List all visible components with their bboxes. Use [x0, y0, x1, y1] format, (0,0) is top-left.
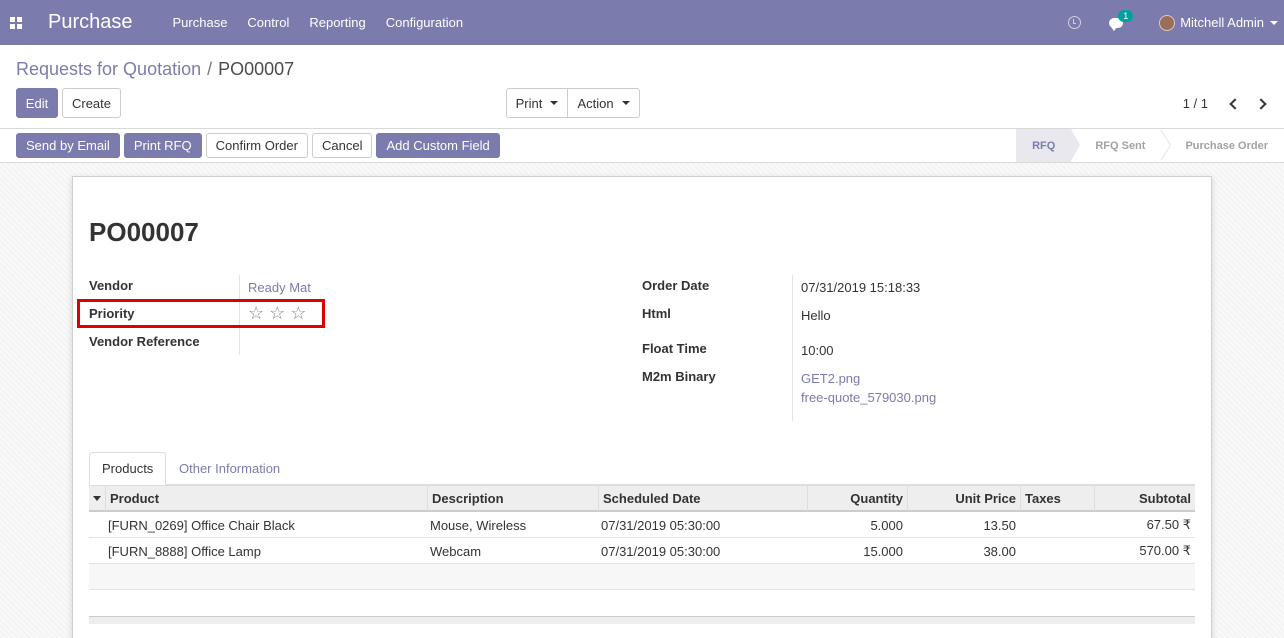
cell-product: [FURN_8888] Office Lamp — [108, 543, 261, 559]
column-subtotal[interactable]: Subtotal — [1094, 486, 1195, 511]
m2m-file-link[interactable]: GET2.png — [801, 371, 860, 386]
add-custom-field-button[interactable]: Add Custom Field — [376, 133, 500, 158]
notebook-tabs: Products Other Information — [89, 452, 1195, 485]
stage-purchase-order[interactable]: Purchase Order — [1161, 129, 1284, 162]
menu-reporting[interactable]: Reporting — [309, 15, 365, 30]
create-button[interactable]: Create — [62, 88, 121, 118]
app-brand[interactable]: Purchase — [48, 11, 133, 34]
action-dropdown-button[interactable]: Action — [568, 88, 640, 118]
breadcrumb-separator: / — [207, 59, 213, 79]
priority-label: Priority — [89, 306, 135, 321]
vendor-label: Vendor — [89, 278, 134, 293]
pager-value[interactable]: 1 / 1 — [1183, 96, 1208, 111]
caret-down-icon — [621, 101, 630, 105]
float-time-value: 10:00 — [801, 343, 834, 358]
star-icon[interactable]: ☆ — [290, 304, 306, 322]
form-sheet: PO00007 Vendor Ready Mat Priority ☆ ☆ ☆ … — [72, 176, 1212, 638]
column-taxes[interactable]: Taxes — [1020, 486, 1094, 511]
html-label: Html — [642, 306, 671, 321]
float-time-label: Float Time — [642, 341, 707, 356]
user-avatar[interactable] — [1159, 14, 1176, 31]
vendor-value[interactable]: Ready Mat — [248, 280, 311, 295]
cell-unit-price: 13.50 — [983, 517, 1016, 533]
column-quantity[interactable]: Quantity — [807, 486, 907, 511]
cell-taxes — [1020, 512, 1094, 538]
print-rfq-button[interactable]: Print RFQ — [123, 133, 202, 158]
menu-control[interactable]: Control — [247, 15, 289, 30]
menu-configuration[interactable]: Configuration — [386, 15, 463, 30]
star-icon[interactable]: ☆ — [248, 304, 264, 322]
print-dropdown-button[interactable]: Print — [506, 88, 568, 118]
cell-subtotal: 570.00 ₹ — [1139, 543, 1191, 558]
action-label: Action — [577, 95, 614, 111]
breadcrumb-current: PO00007 — [218, 59, 295, 79]
cell-quantity: 5.000 — [870, 517, 903, 533]
form-statusbar: Send by Email Print RFQ Confirm Order Ca… — [0, 128, 1284, 163]
order-date-value: 07/31/2019 15:18:33 — [801, 280, 921, 295]
stage-rfq[interactable]: RFQ — [1016, 129, 1081, 162]
column-product[interactable]: Product — [105, 486, 427, 511]
m2m-binary-label: M2m Binary — [642, 369, 716, 384]
priority-stars: ☆ ☆ ☆ — [248, 304, 306, 322]
sort-caret-icon[interactable] — [93, 496, 101, 501]
column-scheduled-date[interactable]: Scheduled Date — [598, 486, 807, 511]
apps-menu-icon[interactable] — [0, 0, 32, 45]
star-icon[interactable]: ☆ — [269, 304, 285, 322]
breadcrumb: Requests for Quotation / PO00007 — [16, 59, 294, 80]
table-row[interactable]: [FURN_0269] Office Chair Black Mouse, Wi… — [89, 512, 1195, 538]
menu-purchase[interactable]: Purchase — [173, 15, 228, 30]
confirm-order-button[interactable]: Confirm Order — [205, 133, 308, 158]
cell-subtotal: 67.50 ₹ — [1146, 517, 1191, 532]
table-row[interactable]: [FURN_8888] Office Lamp Webcam 07/31/201… — [89, 538, 1195, 564]
control-panel: Requests for Quotation / PO00007 Edit Crea… — [0, 45, 1284, 129]
order-date-label: Order Date — [642, 278, 710, 293]
stage-purchase-order-label: Purchase Order — [1185, 139, 1268, 152]
order-lines-table: Product Description Scheduled Date Quant… — [89, 485, 1195, 590]
table-scrollbar[interactable] — [89, 616, 1195, 624]
chevron-left-icon[interactable] — [1229, 97, 1241, 110]
breadcrumb-parent[interactable]: Requests for Quotation — [16, 59, 201, 79]
cell-product: [FURN_0269] Office Chair Black — [108, 517, 295, 533]
send-by-email-button[interactable]: Send by Email — [16, 133, 120, 158]
html-value: Hello — [801, 308, 831, 323]
add-line-row[interactable] — [89, 564, 1195, 590]
sidebar-dropdowns: Print Action — [506, 88, 640, 118]
stage-rfq-sent[interactable]: RFQ Sent — [1071, 128, 1172, 162]
document-title: PO00007 — [89, 217, 199, 247]
right-group-divider — [792, 275, 793, 421]
tab-other-information[interactable]: Other Information — [167, 452, 292, 485]
pager: 1 / 1 — [1183, 96, 1274, 111]
cell-quantity: 15.000 — [863, 543, 903, 559]
user-menu-caret-icon[interactable] — [1270, 20, 1278, 25]
m2m-file-link[interactable]: free-quote_579030.png — [801, 390, 936, 405]
print-label: Print — [515, 95, 543, 111]
column-description[interactable]: Description — [427, 486, 598, 511]
cell-description: Mouse, Wireless — [430, 517, 527, 533]
cell-taxes — [1020, 538, 1094, 564]
activity-clock-icon[interactable] — [1068, 16, 1082, 29]
edit-button[interactable]: Edit — [16, 88, 58, 118]
cell-description: Webcam — [430, 543, 482, 559]
cell-unit-price: 38.00 — [983, 543, 1016, 559]
vendor-reference-label: Vendor Reference — [89, 334, 200, 349]
cancel-button[interactable]: Cancel — [311, 133, 373, 158]
chevron-right-icon[interactable] — [1255, 97, 1267, 110]
cell-scheduled-date: 07/31/2019 05:30:00 — [601, 517, 721, 533]
status-stages: RFQ RFQ Sent Purchase Order — [1016, 128, 1284, 162]
messaging-menu[interactable]: 1 — [1109, 9, 1134, 31]
table-header: Product Description Scheduled Date Quant… — [89, 485, 1195, 512]
tab-products[interactable]: Products — [89, 452, 167, 485]
column-unit-price[interactable]: Unit Price — [907, 486, 1020, 511]
caret-down-icon — [550, 101, 559, 105]
chat-badge: 1 — [1118, 9, 1134, 22]
cell-scheduled-date: 07/31/2019 05:30:00 — [601, 543, 721, 559]
top-navbar: Purchase Purchase Control Reporting Conf… — [0, 0, 1284, 45]
user-name[interactable]: Mitchell Admin — [1180, 15, 1264, 30]
stage-rfq-label: RFQ — [1032, 139, 1056, 152]
stage-rfq-sent-label: RFQ Sent — [1095, 139, 1146, 152]
